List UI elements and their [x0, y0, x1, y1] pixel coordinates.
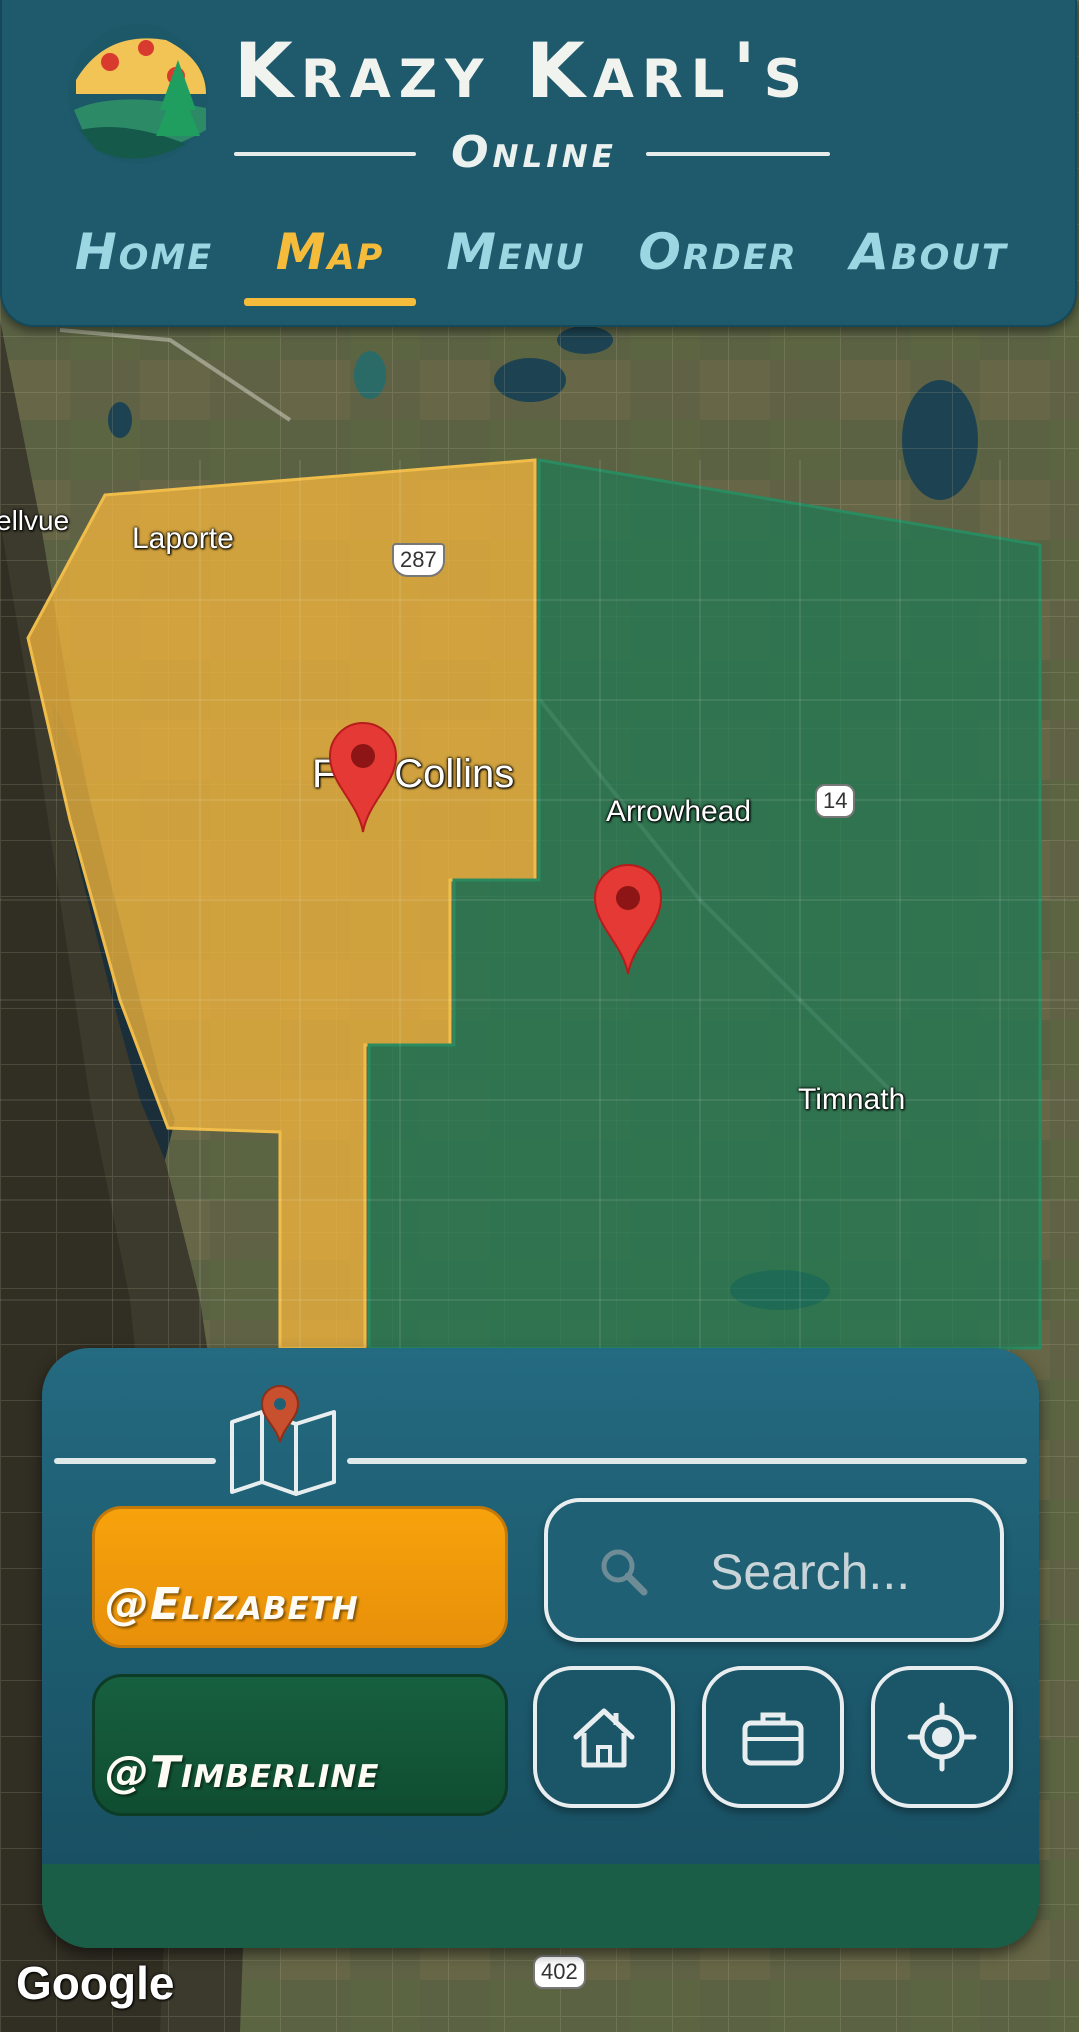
- map-label-timnath: Timnath: [798, 1083, 906, 1116]
- route-shield-402: 402: [533, 1955, 586, 1989]
- krazy-karls-logo-icon[interactable]: [66, 20, 212, 166]
- brand-divider-left: [234, 152, 416, 156]
- panel-divider-right: [347, 1458, 1027, 1464]
- map-label-arrowhead: Arrowhead: [606, 795, 752, 828]
- map-pin-elizabeth[interactable]: [328, 722, 398, 834]
- current-location-button[interactable]: [871, 1666, 1013, 1808]
- home-location-button[interactable]: [533, 1666, 675, 1808]
- google-attribution: Google: [16, 1957, 175, 2009]
- folded-map-icon: [230, 1385, 336, 1496]
- nav-home[interactable]: Home: [64, 212, 224, 302]
- briefcase-icon: [742, 1712, 804, 1766]
- search-icon: [601, 1549, 648, 1596]
- brand-subtitle-row: Online: [234, 126, 834, 180]
- route-shield-287: 287: [392, 543, 445, 577]
- nav-map[interactable]: Map: [254, 212, 406, 302]
- region-button-elizabeth[interactable]: @Elizabeth: [92, 1506, 508, 1648]
- panel-divider-left: [54, 1458, 216, 1464]
- search-input[interactable]: [708, 1532, 992, 1612]
- main-nav: Home Map Menu Order About: [2, 212, 1079, 312]
- map-label-laporte: Laporte: [132, 522, 234, 555]
- panel-footer: [42, 1864, 1039, 1948]
- route-shield-14: 14: [815, 784, 856, 818]
- nav-order[interactable]: Order: [626, 212, 810, 302]
- nav-about[interactable]: About: [840, 212, 1018, 302]
- map-label-bellvue: ellvue: [0, 505, 70, 536]
- location-panel: @Elizabeth @Timberline: [42, 1348, 1039, 1948]
- locate-icon: [907, 1702, 977, 1772]
- region-button-timberline[interactable]: @Timberline: [92, 1674, 508, 1816]
- work-location-button[interactable]: [702, 1666, 844, 1808]
- site-header: Krazy Karl's Online Home Map Menu Order …: [0, 0, 1077, 327]
- brand-title: Krazy Karl's: [234, 26, 810, 115]
- map-pin-timberline[interactable]: [593, 864, 663, 976]
- nav-menu[interactable]: Menu: [436, 212, 596, 302]
- brand-divider-right: [646, 152, 830, 156]
- house-icon: [573, 1708, 635, 1768]
- brand-subtitle: Online: [451, 127, 617, 178]
- nav-active-indicator: [244, 298, 416, 306]
- search-box[interactable]: [544, 1498, 1004, 1642]
